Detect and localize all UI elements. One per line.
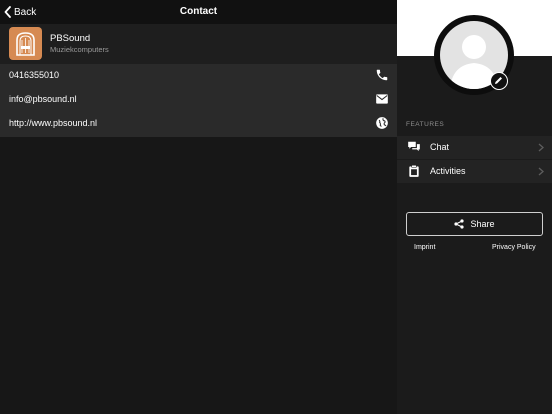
pencil-icon xyxy=(495,77,502,84)
website-row[interactable]: http://www.pbsound.nl xyxy=(0,112,397,136)
share-label: Share xyxy=(470,219,495,229)
mail-icon xyxy=(376,94,388,104)
phone-icon xyxy=(376,69,388,81)
imprint-link[interactable]: Imprint xyxy=(414,244,435,251)
page-title: Contact xyxy=(179,6,218,17)
edit-avatar-button[interactable] xyxy=(490,72,508,90)
business-subtitle: Muziekcomputers xyxy=(50,45,109,54)
chevron-right-icon xyxy=(538,143,544,152)
profile-sidebar: FEATURES Chat Activities Share Imprint P… xyxy=(397,0,552,414)
phone-row[interactable]: 0416355010 xyxy=(0,64,397,88)
chat-bubbles-icon xyxy=(408,141,420,152)
phone-number: 0416355010 xyxy=(9,70,60,80)
feature-label-activities: Activities xyxy=(430,166,466,176)
business-header: PBSound Muziekcomputers xyxy=(0,24,397,64)
email-address: info@pbsound.nl xyxy=(9,94,77,104)
website-url: http://www.pbsound.nl xyxy=(9,118,98,128)
feature-item-chat[interactable]: Chat xyxy=(397,136,552,159)
business-logo xyxy=(9,27,42,60)
feature-label-chat: Chat xyxy=(430,142,450,152)
contact-list: 0416355010 info@pbsound.nl http://www.pb… xyxy=(0,64,397,137)
share-icon xyxy=(454,219,465,229)
chevron-right-icon xyxy=(538,167,544,176)
email-row[interactable]: info@pbsound.nl xyxy=(0,88,397,112)
privacy-policy-link[interactable]: Privacy Policy xyxy=(492,244,536,251)
clipboard-icon xyxy=(409,164,419,177)
navigation-bar: Back Contact xyxy=(0,0,397,24)
business-name: PBSound xyxy=(50,33,91,44)
feature-item-activities[interactable]: Activities xyxy=(397,160,552,183)
share-button[interactable]: Share xyxy=(406,212,543,236)
contact-pane: Back Contact PBSound Muziekcomputers 041… xyxy=(0,0,397,414)
globe-icon xyxy=(376,117,388,129)
share-button-content: Share xyxy=(407,219,542,229)
features-section-label: FEATURES xyxy=(406,121,445,128)
